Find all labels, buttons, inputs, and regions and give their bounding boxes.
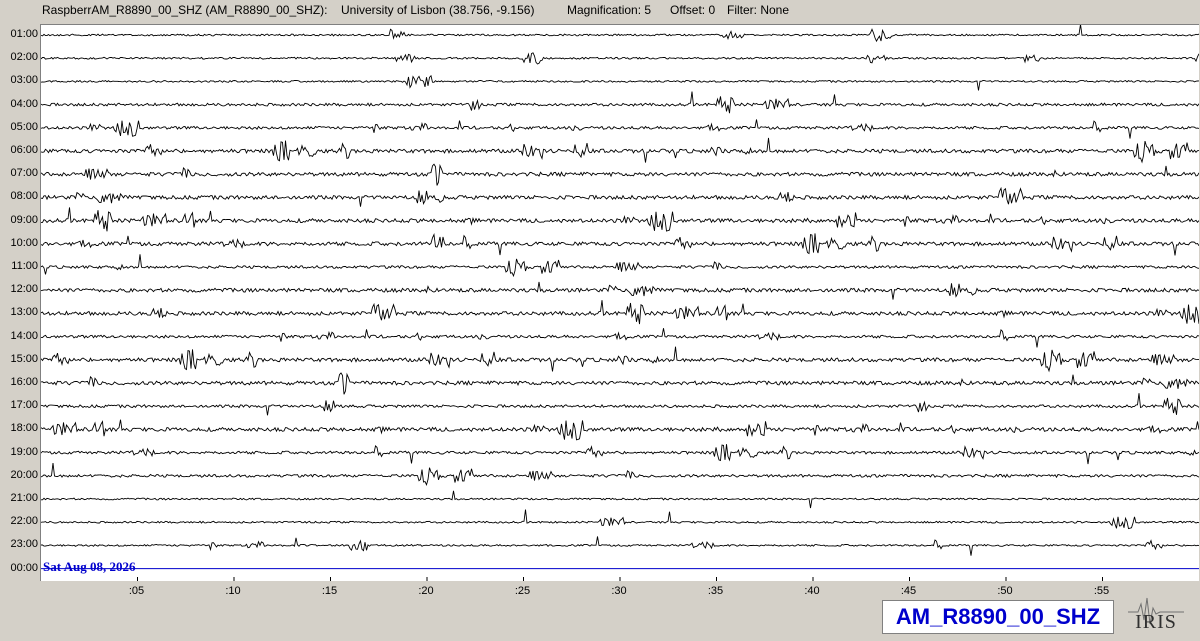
trace-line-0400 xyxy=(41,91,1199,114)
hour-label: 02:00 xyxy=(10,51,38,64)
hour-label: 06:00 xyxy=(10,144,38,156)
hour-label: 19:00 xyxy=(10,445,38,458)
magnification-label: Magnification: 5 xyxy=(567,3,652,17)
hour-label: 18:00 xyxy=(10,422,38,435)
minute-tick-label: :10 xyxy=(225,585,241,597)
trace-line-0100 xyxy=(41,25,1199,43)
trace-line-1700 xyxy=(41,393,1199,416)
hour-label: 00:00 xyxy=(10,561,38,574)
iris-logo: IRIS xyxy=(1126,594,1186,636)
trace-line-1600 xyxy=(41,372,1199,395)
trace-line-1300 xyxy=(41,300,1199,325)
minute-tick-label: :15 xyxy=(321,585,338,597)
hour-label: 21:00 xyxy=(10,492,38,504)
hour-label: 10:00 xyxy=(10,236,38,249)
trace-line-1900 xyxy=(41,444,1199,465)
minute-tick-label: :45 xyxy=(900,585,917,597)
trace-line-0500 xyxy=(41,119,1199,139)
trace-line-0600 xyxy=(41,137,1199,164)
trace-line-2000 xyxy=(41,463,1199,486)
hour-label: 07:00 xyxy=(10,167,38,180)
hour-label: 14:00 xyxy=(10,329,38,342)
minute-tick-label: :50 xyxy=(997,585,1013,597)
hour-label: 04:00 xyxy=(10,97,38,110)
header-bar: RaspberrAM_R8890_00_SHZ (AM_R8890_00_SHZ… xyxy=(0,0,1200,22)
hour-label: 22:00 xyxy=(10,515,38,528)
hour-label: 16:00 xyxy=(10,376,38,388)
minute-tick-label: :20 xyxy=(418,585,434,597)
filter-label: Filter: None xyxy=(727,3,790,17)
trace-line-0800 xyxy=(41,186,1199,207)
hour-label: 05:00 xyxy=(10,120,38,133)
trace-line-1400 xyxy=(41,328,1199,348)
station-title: RaspberrAM_R8890_00_SHZ (AM_R8890_00_SHZ… xyxy=(42,3,328,17)
date-label: Sat Aug 08, 2026 xyxy=(43,559,136,574)
helicorder-svg xyxy=(41,25,1199,581)
hour-label: 09:00 xyxy=(10,213,38,226)
station-location: University of Lisbon (38.756, -9.156) xyxy=(341,3,535,17)
trace-line-1500 xyxy=(41,346,1199,373)
trace-line-0900 xyxy=(41,207,1199,232)
trace-line-0700 xyxy=(41,163,1199,186)
trace-line-1200 xyxy=(41,281,1199,300)
minute-tick-label: :05 xyxy=(128,585,145,597)
hour-label: 17:00 xyxy=(10,399,38,412)
minute-tick-label: :35 xyxy=(707,585,724,597)
minute-tick-label: :25 xyxy=(514,585,531,597)
hour-label: 08:00 xyxy=(10,190,38,203)
hour-label: 23:00 xyxy=(10,538,38,551)
minute-tick-label: :30 xyxy=(611,585,627,597)
trace-line-1100 xyxy=(41,254,1199,278)
iris-logo-text: IRIS xyxy=(1135,611,1177,633)
hour-label: 03:00 xyxy=(10,74,38,87)
trace-line-1800 xyxy=(41,419,1199,441)
trace-line-1000 xyxy=(41,232,1199,256)
trace-line-2100 xyxy=(41,490,1199,509)
minute-tick-label: :55 xyxy=(1093,585,1110,597)
trace-line-0200 xyxy=(41,52,1199,65)
hour-label: 13:00 xyxy=(10,306,38,319)
minute-tick-label: :40 xyxy=(804,585,820,597)
trace-line-0300 xyxy=(41,74,1199,91)
hour-label: 20:00 xyxy=(10,468,38,481)
helicorder-plot xyxy=(40,24,1199,581)
trace-line-2300 xyxy=(41,536,1199,556)
trace-line-2200 xyxy=(41,509,1199,530)
hour-label: 15:00 xyxy=(10,352,38,365)
hour-label: 11:00 xyxy=(11,260,38,272)
hour-label: 12:00 xyxy=(10,283,38,296)
station-badge: AM_R8890_00_SHZ xyxy=(882,600,1114,634)
hour-label: 01:00 xyxy=(10,28,38,40)
offset-label: Offset: 0 xyxy=(670,3,716,17)
